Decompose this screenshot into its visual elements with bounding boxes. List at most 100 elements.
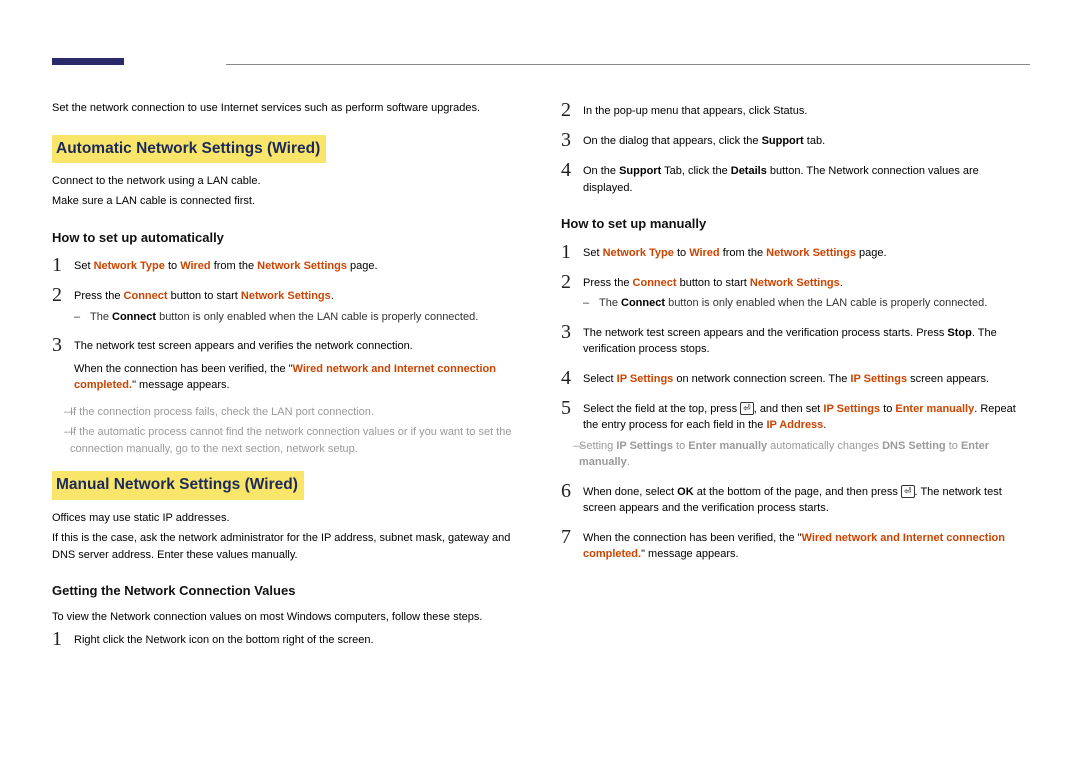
step: 7 When the connection has been verified,… <box>561 527 1030 563</box>
step-body: Press the Connect button to start Networ… <box>74 285 521 325</box>
t: Setting <box>579 440 616 452</box>
right-column: 2 In the pop-up menu that appears, click… <box>561 100 1030 659</box>
step: 3 On the dialog that appears, click the … <box>561 130 1030 150</box>
t: Wired <box>689 247 719 259</box>
step-body: Set Network Type to Wired from the Netwo… <box>74 255 521 275</box>
t: Set <box>74 260 94 272</box>
t: Network Type <box>94 260 165 272</box>
step-number: 5 <box>561 398 583 418</box>
step-body: Right click the Network icon on the bott… <box>74 629 521 649</box>
header-rule <box>226 64 1030 65</box>
footnote: ― If the connection process fails, check… <box>52 404 521 421</box>
step-number: 2 <box>52 285 74 305</box>
t: " message appears. <box>132 379 229 391</box>
t: from the <box>211 260 257 272</box>
t: to <box>674 247 689 259</box>
t: Enter manually <box>895 403 974 415</box>
step: 2 In the pop-up menu that appears, click… <box>561 100 1030 120</box>
t: Connect <box>633 277 677 289</box>
footnote: ― Setting IP Settings to Enter manually … <box>561 438 1030 471</box>
t: The network test screen appears and veri… <box>74 340 413 352</box>
t: When the connection has been verified, t… <box>74 363 293 375</box>
t: Press the <box>74 290 124 302</box>
step-number: 3 <box>52 335 74 355</box>
t: on network connection screen. The <box>673 373 850 385</box>
enter-icon: ⏎ <box>740 402 754 415</box>
subheading-values: Getting the Network Connection Values <box>52 581 521 601</box>
step-number: 4 <box>561 368 583 388</box>
step-number: 1 <box>52 629 74 649</box>
t: The Connect button is only enabled when … <box>599 295 987 312</box>
para: Make sure a LAN cable is connected first… <box>52 193 521 210</box>
t: . <box>823 419 826 431</box>
t: Details <box>731 165 767 177</box>
t: from the <box>720 247 766 259</box>
step: 3 The network test screen appears and ve… <box>52 335 521 394</box>
t: button to start <box>677 277 750 289</box>
t: If the automatic process cannot find the… <box>70 424 521 457</box>
t: to <box>673 440 688 452</box>
subheading-auto: How to set up automatically <box>52 228 521 248</box>
t: IP Address <box>766 419 823 431</box>
t: button to start <box>168 290 241 302</box>
t: OK <box>677 486 694 498</box>
t: IP Settings <box>617 373 674 385</box>
t: Network Settings <box>766 247 856 259</box>
t: Network Type <box>603 247 674 259</box>
t: . <box>840 277 843 289</box>
t: button is only enabled when the LAN cabl… <box>665 297 987 309</box>
dash-note: ‒ The Connect button is only enabled whe… <box>74 309 521 326</box>
t: Select <box>583 373 617 385</box>
step-number: 2 <box>561 100 583 120</box>
step: 1 Set Network Type to Wired from the Net… <box>561 242 1030 262</box>
t: screen appears. <box>907 373 989 385</box>
step-number: 1 <box>561 242 583 262</box>
para: Connect to the network using a LAN cable… <box>52 173 521 190</box>
dash-icon: ‒ <box>74 309 84 326</box>
step: 5 Select the field at the top, press ⏎, … <box>561 398 1030 471</box>
t: When the connection has been verified, t… <box>583 532 802 544</box>
t: Enter manually <box>688 440 767 452</box>
step: 1 Right click the Network icon on the bo… <box>52 629 521 649</box>
step-body: On the dialog that appears, click the Su… <box>583 130 1030 150</box>
t: Select the field at the top, press <box>583 403 740 415</box>
step: 2 Press the Connect button to start Netw… <box>561 272 1030 312</box>
section-title-manual: Manual Network Settings (Wired) <box>52 471 304 499</box>
step-body: On the Support Tab, click the Details bu… <box>583 160 1030 196</box>
t: automatically changes <box>767 440 882 452</box>
t: The <box>599 297 621 309</box>
t: button is only enabled when the LAN cabl… <box>156 311 478 323</box>
t: to <box>880 403 895 415</box>
t: IP Settings <box>850 373 907 385</box>
t: DNS Setting <box>882 440 946 452</box>
step-number: 3 <box>561 130 583 150</box>
step-number: 4 <box>561 160 583 180</box>
t: Setting IP Settings to Enter manually au… <box>579 438 1030 471</box>
left-column: Set the network connection to use Intern… <box>52 100 521 659</box>
t: , and then set <box>754 403 824 415</box>
step: 4 Select IP Settings on network connecti… <box>561 368 1030 388</box>
step-number: 7 <box>561 527 583 547</box>
footnote: ― If the automatic process cannot find t… <box>52 424 521 457</box>
step: 6 When done, select OK at the bottom of … <box>561 481 1030 517</box>
t: at the bottom of the page, and then pres… <box>694 486 901 498</box>
t: . <box>331 290 334 302</box>
step-number: 2 <box>561 272 583 292</box>
step-body: The network test screen appears and the … <box>583 322 1030 358</box>
t: Stop <box>947 327 971 339</box>
t: Press the <box>583 277 633 289</box>
t: If the connection process fails, check t… <box>70 404 374 421</box>
t: Network Settings <box>257 260 347 272</box>
t: Network Settings <box>750 277 840 289</box>
step-body: In the pop-up menu that appears, click S… <box>583 100 1030 120</box>
t: Support <box>619 165 661 177</box>
t: On the <box>583 165 619 177</box>
step-sub: When the connection has been verified, t… <box>74 361 521 394</box>
para: Offices may use static IP addresses. <box>52 510 521 527</box>
t: " message appears. <box>641 548 738 560</box>
t: Network Settings <box>241 290 331 302</box>
t: The Connect button is only enabled when … <box>90 309 478 326</box>
t: Support <box>762 135 804 147</box>
t: page. <box>856 247 887 259</box>
enter-icon: ⏎ <box>901 485 915 498</box>
